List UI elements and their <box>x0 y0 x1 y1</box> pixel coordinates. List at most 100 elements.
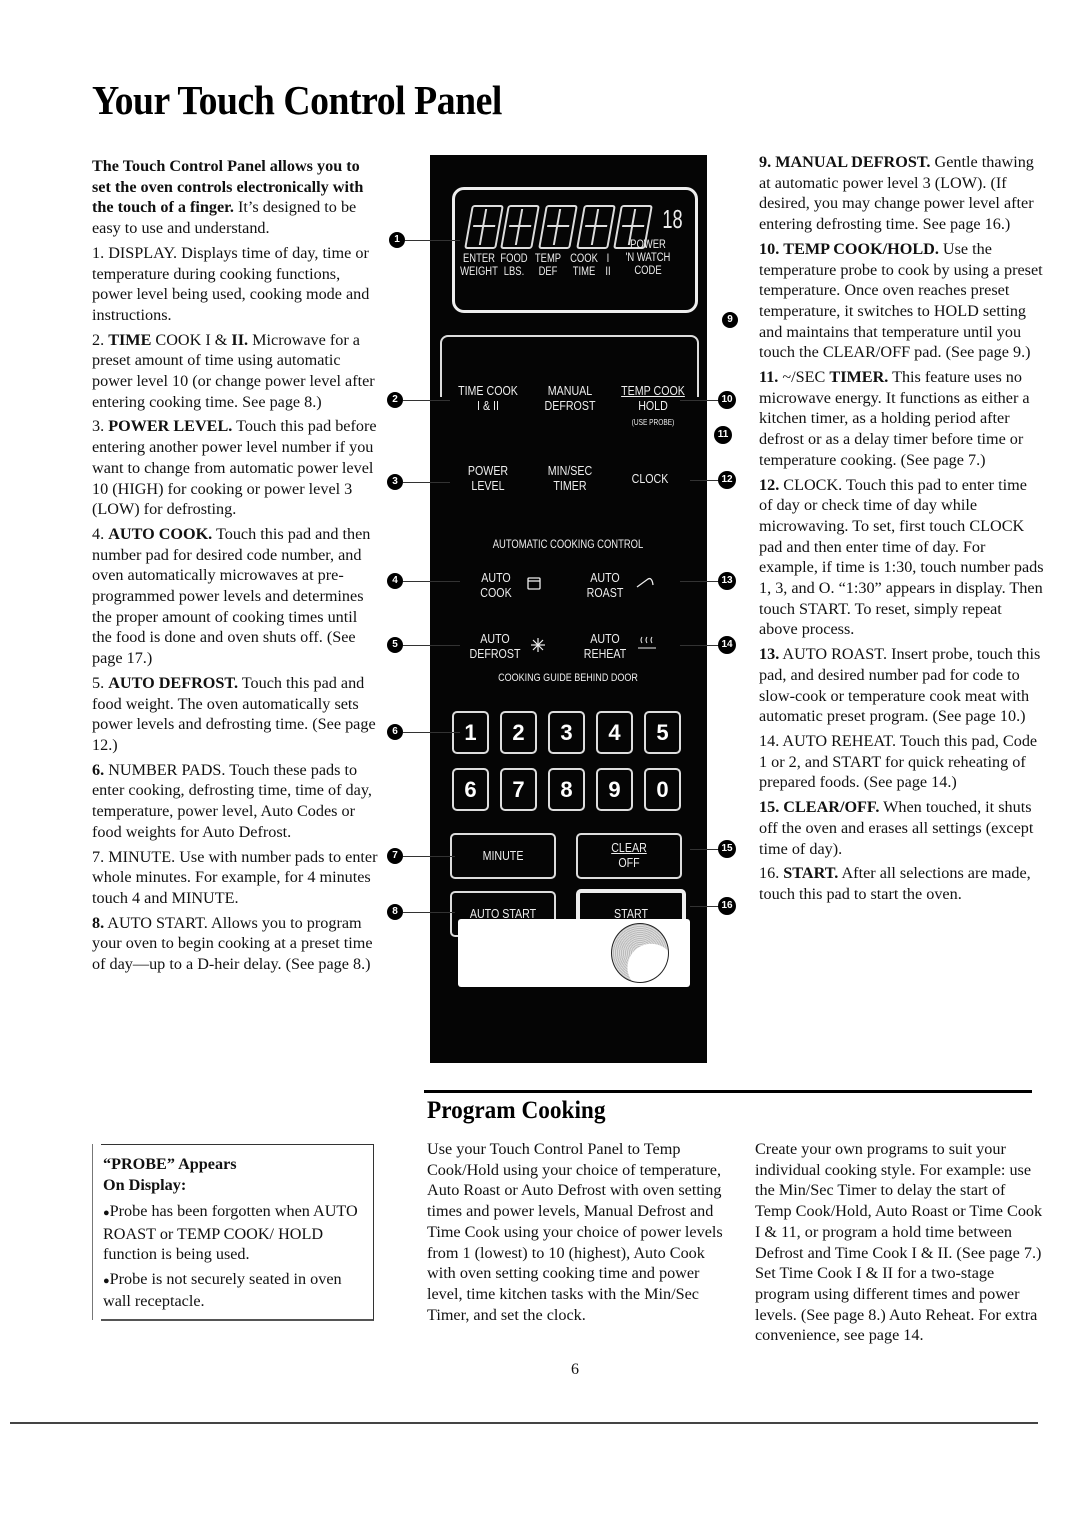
door-release-area <box>458 919 690 987</box>
item-1: 1. DISPLAY. Displays time of day, time o… <box>92 243 370 324</box>
item-14: 14. AUTO REHEAT. Touch this pad, Code 1 … <box>759 731 1038 792</box>
item-9: 9. MANUAL DEFROST. Gentle thawing at aut… <box>759 153 1034 234</box>
callout-9: 9 <box>722 312 738 328</box>
item-5: 5. AUTO DEFROST. Touch this pad and food… <box>92 673 376 754</box>
callout-11: 11 <box>714 426 732 444</box>
callout-leader-line <box>403 912 455 913</box>
pot-icon <box>527 577 541 590</box>
program-cooking-right-text: Create your own programs to suit your in… <box>755 1140 1043 1345</box>
callout-7: 7 <box>387 848 403 864</box>
minute-label: MINUTE <box>482 848 524 863</box>
clear-off-pad[interactable]: CLEAR OFF <box>576 833 682 879</box>
callout-leader-line <box>680 581 719 582</box>
item-4: 4. AUTO COOK. Touch this pad and then nu… <box>92 524 371 668</box>
callout-leader-line <box>403 732 460 733</box>
page-number: 6 <box>571 1361 579 1378</box>
probe-bullet: ●Probe has been forgotten when AUTO ROAS… <box>103 1202 358 1263</box>
probe-icon <box>636 577 654 588</box>
auto-roast-pad[interactable]: AUTO ROAST <box>580 570 629 600</box>
number-pad-4[interactable]: 4 <box>596 711 633 754</box>
display-window: 18 ENTER WEIGHT FOOD LBS. TEMP DEF COOK TIME… <box>460 201 683 299</box>
callout-leader-line <box>403 645 460 646</box>
item-15: 15. CLEAR/OFF. When touched, it shuts of… <box>759 798 1034 858</box>
item-6: 6. NUMBER PADS. Touch these pads to ente… <box>92 760 372 841</box>
callout-13: 13 <box>718 572 736 590</box>
callout-leader-line <box>680 645 719 646</box>
number-pad-8[interactable]: 8 <box>548 768 585 811</box>
power-level-pad[interactable]: POWER LEVEL <box>455 463 521 493</box>
callout-leader-line <box>405 240 460 241</box>
number-pad-2[interactable]: 2 <box>500 711 537 754</box>
number-pad-5[interactable]: 5 <box>644 711 681 754</box>
callout-leader-line <box>690 906 719 907</box>
probe-heading: “PROBE” Appears On Display: <box>103 1155 237 1194</box>
callout-leader-line <box>403 482 450 483</box>
door-release-knob[interactable] <box>611 923 669 983</box>
callout-4: 4 <box>387 573 403 589</box>
item-10: 10. TEMP COOK/HOLD. Use the temperature … <box>759 239 1043 362</box>
callout-8: 8 <box>387 904 403 920</box>
clear-off-label: CLEAR OFF <box>611 840 647 870</box>
item-16: 16. START. After all selections are made… <box>759 864 1031 903</box>
footer-rule <box>10 1422 1038 1424</box>
program-cooking-heading: Program Cooking <box>427 1097 606 1124</box>
callout-10: 10 <box>718 391 736 409</box>
display-digit <box>464 205 504 249</box>
display-label: I II <box>605 253 611 278</box>
number-pad-0[interactable]: 0 <box>644 768 681 811</box>
minute-pad[interactable]: MINUTE <box>450 833 556 879</box>
auto-cook-pad[interactable]: AUTO COOK <box>471 570 520 600</box>
item-8: 8. AUTO START. Allows you to program you… <box>92 913 373 974</box>
number-pad-6[interactable]: 6 <box>452 768 489 811</box>
callout-2: 2 <box>387 392 403 408</box>
callout-1: 1 <box>389 232 405 248</box>
auto-defrost-pad[interactable]: AUTO DEFROST <box>466 631 523 661</box>
manual-defrost-pad[interactable]: MANUAL DEFROST <box>539 383 601 413</box>
display-label: POWER 'N WATCH CODE <box>625 239 671 277</box>
display-label: TEMP DEF <box>534 253 562 278</box>
section-divider <box>424 1090 1032 1093</box>
callout-leader-line <box>690 480 719 481</box>
steam-icon <box>638 636 656 649</box>
probe-info-box: “PROBE” Appears On Display: ●Probe has be… <box>92 1144 374 1321</box>
callout-leader-line <box>690 849 719 850</box>
callout-12: 12 <box>718 471 736 489</box>
number-pad-7[interactable]: 7 <box>500 768 537 811</box>
intro-paragraph: The Touch Control Panel allows you to se… <box>92 156 378 239</box>
callout-14: 14 <box>718 636 736 654</box>
control-panel-illustration: 18 ENTER WEIGHT FOOD LBS. TEMP DEF COOK TIME… <box>430 155 707 1063</box>
auto-reheat-pad[interactable]: AUTO REHEAT <box>580 631 629 661</box>
display-digit <box>538 205 578 249</box>
display-digit <box>576 205 616 249</box>
right-column: 9. MANUAL DEFROST. Gentle thawing at aut… <box>759 152 1044 909</box>
callout-leader-line <box>403 581 460 582</box>
item-13: 13. AUTO ROAST. Insert probe, touch this… <box>759 645 1041 726</box>
clock-pad[interactable]: CLOCK <box>617 471 683 486</box>
item-12: 12. CLOCK. Touch this pad to enter time … <box>759 475 1044 639</box>
temp-cook-hold-pad[interactable]: TEMP COOK HOLD (USE PROBE) <box>618 383 689 430</box>
item-11: 11. ~/SEC TIMER. This feature uses no mi… <box>759 368 1030 469</box>
auto-cooking-heading: AUTOMATIC COOKING CONTROL <box>492 539 644 551</box>
callout-3: 3 <box>387 474 403 490</box>
display-label: FOOD LBS. <box>500 253 528 278</box>
callout-6: 6 <box>387 724 403 740</box>
item-3: 3. POWER LEVEL. Touch this pad before en… <box>92 417 377 519</box>
left-column: The Touch Control Panel allows you to se… <box>92 156 378 979</box>
callout-16: 16 <box>718 897 736 915</box>
time-cook-pad[interactable]: TIME COOK I & II <box>455 383 521 413</box>
callout-leader-line <box>680 400 719 401</box>
display-label: ENTER WEIGHT <box>460 253 498 278</box>
item-7: 7. MINUTE. Use with number pads to enter… <box>92 847 378 907</box>
snowflake-icon <box>531 638 545 652</box>
program-cooking-left-text: Use your Touch Control Panel to Temp Coo… <box>427 1140 723 1324</box>
number-pad-3[interactable]: 3 <box>548 711 585 754</box>
display-digit <box>500 205 540 249</box>
cooking-guide-text: COOKING GUIDE BEHIND DOOR <box>498 672 638 684</box>
display-small-digits: 18 <box>662 204 683 234</box>
min-sec-timer-pad[interactable]: MIN/SEC TIMER <box>539 463 601 493</box>
display-label: COOK TIME <box>570 253 598 278</box>
number-pad-9[interactable]: 9 <box>596 768 633 811</box>
probe-bullet: ●Probe is not securely seated in oven wa… <box>103 1269 342 1311</box>
callout-5: 5 <box>387 637 403 653</box>
item-2: 2. TIME COOK I & II. Microwave for a pre… <box>92 330 375 411</box>
